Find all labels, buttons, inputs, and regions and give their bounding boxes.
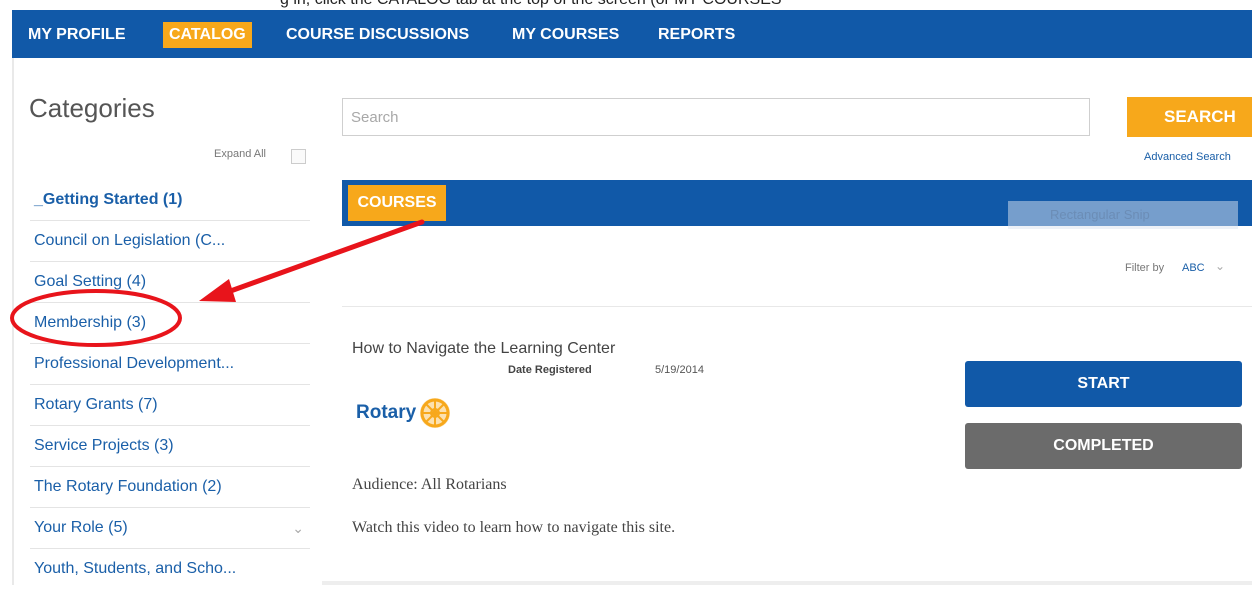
nav-catalog[interactable]: CATALOG xyxy=(163,22,252,48)
category-label: Council on Legislation (C... xyxy=(34,232,226,249)
category-rotary-foundation[interactable]: The Rotary Foundation (2) xyxy=(30,467,310,508)
advanced-search-link[interactable]: Advanced Search xyxy=(1144,151,1231,163)
expand-all-label: Expand All xyxy=(214,148,266,160)
category-council-on-legislation[interactable]: Council on Legislation (C... xyxy=(30,221,310,262)
top-instruction-strip: g in, click the CATALOG tab at the top o… xyxy=(0,0,1252,10)
categories-heading: Categories xyxy=(29,93,155,123)
category-membership[interactable]: Membership (3) xyxy=(30,303,310,344)
course-title[interactable]: How to Navigate the Learning Center xyxy=(352,340,615,358)
category-rotary-grants[interactable]: Rotary Grants (7) xyxy=(30,385,310,426)
nav-course-discussions[interactable]: COURSE DISCUSSIONS xyxy=(286,22,469,48)
category-your-role[interactable]: Your Role (5) ⌄ xyxy=(30,508,310,549)
category-professional-development[interactable]: Professional Development... xyxy=(30,344,310,385)
search-input[interactable] xyxy=(342,98,1090,136)
left-border xyxy=(12,58,14,585)
divider xyxy=(342,306,1252,307)
filter-by-label: Filter by xyxy=(1125,262,1165,274)
completed-button[interactable]: COMPLETED xyxy=(965,423,1242,469)
category-label: The Rotary Foundation (2) xyxy=(34,478,222,495)
category-youth-students[interactable]: Youth, Students, and Scho... xyxy=(30,549,310,589)
category-label: _Getting Started (1) xyxy=(34,191,183,208)
category-list: _Getting Started (1) Council on Legislat… xyxy=(30,180,310,589)
rotary-wheel-icon xyxy=(420,398,450,428)
course-audience: Audience: All Rotarians xyxy=(352,476,507,493)
tab-courses[interactable]: COURSES xyxy=(348,185,446,221)
date-registered-value: 5/19/2014 xyxy=(655,364,704,376)
expand-all-checkbox[interactable] xyxy=(291,149,306,164)
course-description: Watch this video to learn how to navigat… xyxy=(352,519,676,536)
main-nav-bar: MY PROFILE CATALOG COURSE DISCUSSIONS MY… xyxy=(12,10,1252,58)
category-label: Membership (3) xyxy=(34,314,147,331)
chevron-down-icon[interactable]: ⌄ xyxy=(292,508,304,548)
category-service-projects[interactable]: Service Projects (3) xyxy=(30,426,310,467)
category-label: Professional Development... xyxy=(34,355,235,372)
category-getting-started[interactable]: _Getting Started (1) xyxy=(30,180,310,221)
category-label: Your Role (5) xyxy=(34,519,128,536)
start-button[interactable]: START xyxy=(965,361,1242,407)
category-label: Service Projects (3) xyxy=(34,437,174,454)
chevron-down-icon[interactable]: ⌄ xyxy=(1215,259,1225,273)
search-button[interactable]: SEARCH xyxy=(1127,97,1252,137)
category-label: Rotary Grants (7) xyxy=(34,396,158,413)
category-label: Youth, Students, and Scho... xyxy=(34,560,237,577)
nav-my-profile[interactable]: MY PROFILE xyxy=(28,22,126,48)
nav-reports[interactable]: REPORTS xyxy=(658,22,735,48)
top-instruction-text: g in, click the CATALOG tab at the top o… xyxy=(280,0,782,9)
date-registered-label: Date Registered xyxy=(508,364,592,376)
rotary-logo-text: Rotary xyxy=(356,402,417,423)
category-goal-setting[interactable]: Goal Setting (4) xyxy=(30,262,310,303)
filter-by-select[interactable]: ABC xyxy=(1182,262,1205,274)
category-label: Goal Setting (4) xyxy=(34,273,147,290)
nav-my-courses[interactable]: MY COURSES xyxy=(512,22,619,48)
bottom-divider xyxy=(322,581,1252,585)
rectangular-snip-overlay: Rectangular Snip xyxy=(1008,201,1238,229)
